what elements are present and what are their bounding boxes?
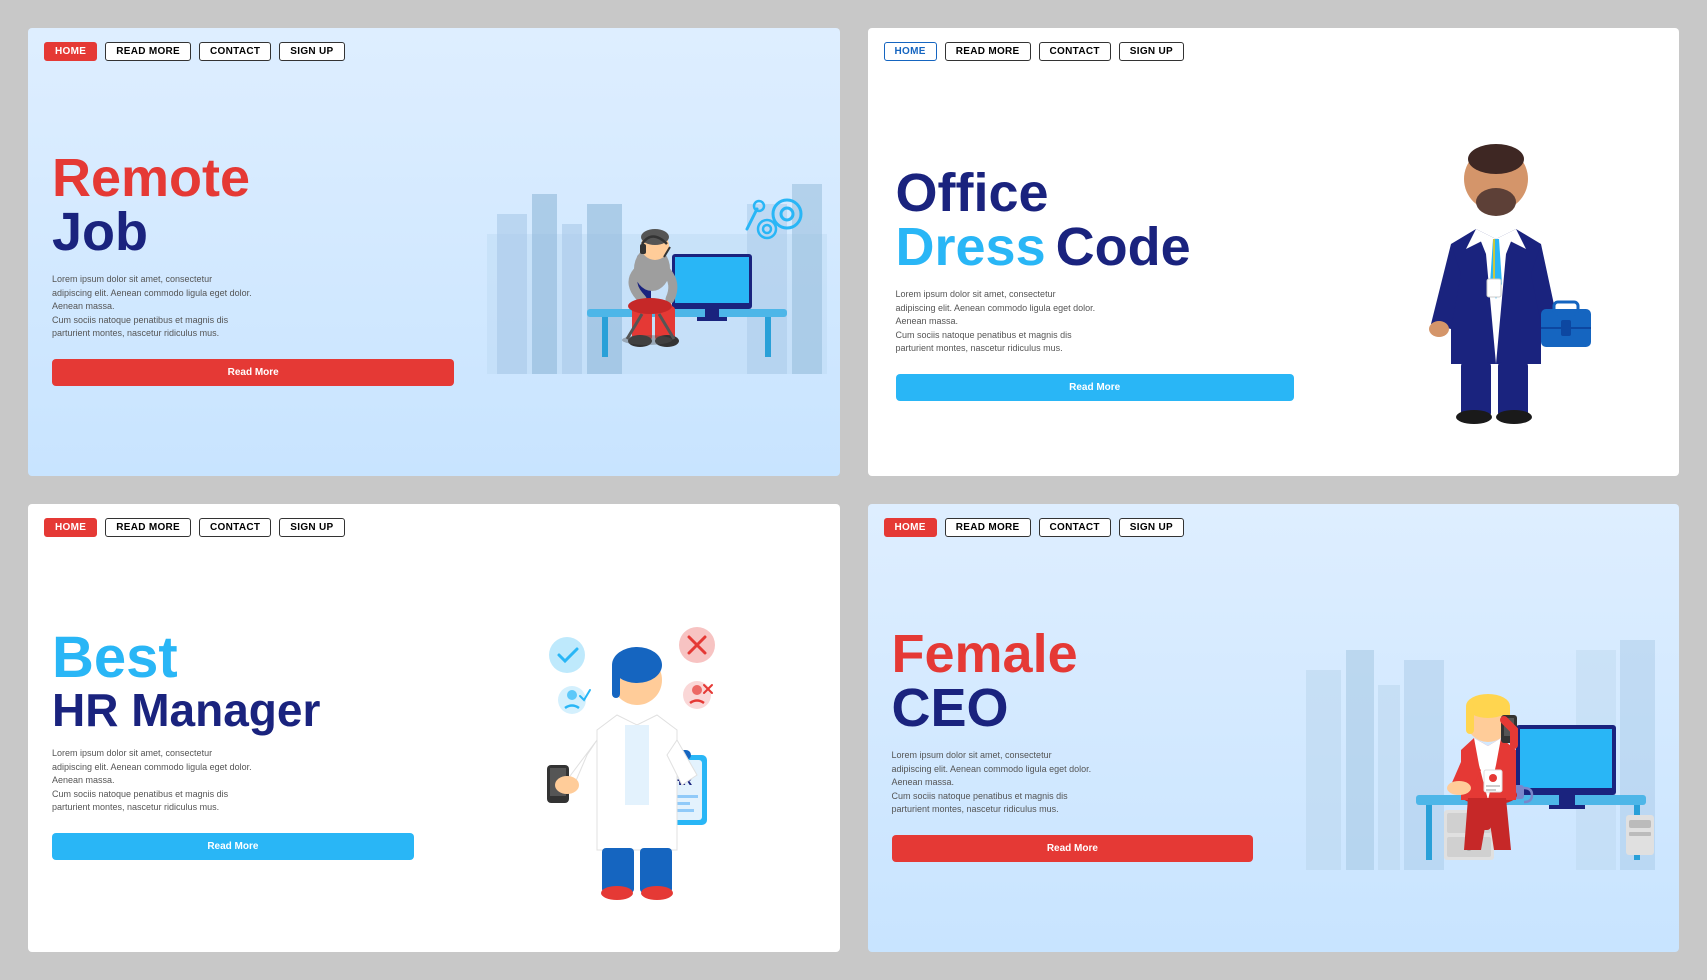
nav-home-2[interactable]: HOME: [884, 42, 937, 61]
nav-home-4[interactable]: HOME: [884, 518, 937, 537]
title-female: Female: [892, 627, 1254, 681]
illustration-3: HR: [434, 547, 840, 952]
nav-bar-3: HOME READ MORE CONTACT SIGN UP: [28, 504, 840, 547]
nav-contact-3[interactable]: CONTACT: [199, 518, 271, 537]
content-2: Office Dress Code Lorem ipsum dolor sit …: [868, 71, 1680, 476]
read-more-btn-3[interactable]: Read More: [52, 833, 414, 860]
read-more-btn-1[interactable]: Read More: [52, 359, 454, 386]
nav-contact-1[interactable]: CONTACT: [199, 42, 271, 61]
content-1: Remote Job Lorem ipsum dolor sit amet, c…: [28, 71, 840, 476]
card-office-dress-code: HOME READ MORE CONTACT SIGN UP Office Dr…: [868, 28, 1680, 476]
text-section-3: Best HR Manager Lorem ipsum dolor sit am…: [28, 547, 434, 952]
text-section-1: Remote Job Lorem ipsum dolor sit amet, c…: [28, 71, 474, 456]
lorem-text-2: Lorem ipsum dolor sit amet, consectetur …: [896, 288, 1096, 356]
lorem-text-4: Lorem ipsum dolor sit amet, consectetur …: [892, 749, 1092, 817]
title-best: Best: [52, 629, 414, 687]
text-section-2: Office Dress Code Lorem ipsum dolor sit …: [868, 71, 1314, 476]
nav-bar-1: HOME READ MORE CONTACT SIGN UP: [28, 28, 840, 71]
illustration-1: [474, 71, 839, 456]
businessman-illustration: [1386, 124, 1606, 424]
nav-home-3[interactable]: HOME: [44, 518, 97, 537]
lorem-text-1: Lorem ipsum dolor sit amet, consectetur …: [52, 273, 252, 341]
illustration-4: [1273, 547, 1679, 952]
hr-manager-illustration: HR: [497, 600, 777, 900]
title-code: Code: [1056, 220, 1191, 274]
card-female-ceo: HOME READ MORE CONTACT SIGN UP Female CE…: [868, 504, 1680, 952]
title-dress: Dress: [896, 220, 1046, 274]
nav-readmore-2[interactable]: READ MORE: [945, 42, 1031, 61]
nav-contact-2[interactable]: CONTACT: [1039, 42, 1111, 61]
title-ceo: CEO: [892, 681, 1254, 735]
content-3: Best HR Manager Lorem ipsum dolor sit am…: [28, 547, 840, 952]
card-hr-manager: HOME READ MORE CONTACT SIGN UP Best HR M…: [28, 504, 840, 952]
nav-signup-4[interactable]: SIGN UP: [1119, 518, 1184, 537]
female-ceo-illustration: [1296, 630, 1656, 870]
lorem-text-3: Lorem ipsum dolor sit amet, consectetur …: [52, 747, 252, 815]
nav-readmore-4[interactable]: READ MORE: [945, 518, 1031, 537]
text-section-4: Female CEO Lorem ipsum dolor sit amet, c…: [868, 547, 1274, 952]
title-hr-manager: HR Manager: [52, 687, 414, 733]
read-more-btn-4[interactable]: Read More: [892, 835, 1254, 862]
nav-bar-4: HOME READ MORE CONTACT SIGN UP: [868, 504, 1680, 547]
nav-readmore-3[interactable]: READ MORE: [105, 518, 191, 537]
card-remote-job: HOME READ MORE CONTACT SIGN UP Remote Jo…: [28, 28, 840, 476]
nav-signup-2[interactable]: SIGN UP: [1119, 42, 1184, 61]
nav-signup-3[interactable]: SIGN UP: [279, 518, 344, 537]
content-4: Female CEO Lorem ipsum dolor sit amet, c…: [868, 547, 1680, 952]
title-remote: Remote: [52, 151, 454, 205]
nav-home-1[interactable]: HOME: [44, 42, 97, 61]
title-office: Office: [896, 166, 1294, 220]
title-job: Job: [52, 205, 454, 259]
nav-contact-4[interactable]: CONTACT: [1039, 518, 1111, 537]
nav-bar-2: HOME READ MORE CONTACT SIGN UP: [868, 28, 1680, 71]
illustration-2: [1314, 71, 1679, 476]
remote-job-illustration: [487, 154, 827, 374]
read-more-btn-2[interactable]: Read More: [896, 374, 1294, 401]
nav-readmore-1[interactable]: READ MORE: [105, 42, 191, 61]
nav-signup-1[interactable]: SIGN UP: [279, 42, 344, 61]
